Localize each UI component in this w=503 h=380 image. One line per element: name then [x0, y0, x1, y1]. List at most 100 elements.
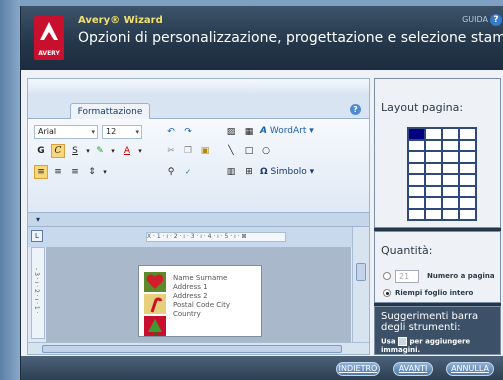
undo-icon[interactable]: ↶ [164, 125, 178, 139]
help-link[interactable]: GUIDA [462, 15, 488, 24]
horizontal-ruler[interactable]: X · 1 · ı · 2 · ı · 3 · ı · 4 · ı · 5 · … [146, 232, 286, 242]
layout-grid-cell[interactable] [408, 139, 425, 151]
desktop-strip-left [0, 0, 20, 380]
layout-grid-cell[interactable] [425, 151, 442, 163]
heart-icon [144, 272, 166, 292]
font-color-dropdown-icon[interactable]: ▾ [133, 144, 147, 158]
layout-grid-cell[interactable] [425, 162, 442, 174]
layout-grid-cell[interactable] [408, 197, 425, 209]
back-button[interactable]: INDIETRO [336, 362, 380, 376]
layout-title: Layout pagina: [381, 101, 464, 114]
layout-grid-cell[interactable] [425, 185, 442, 197]
layout-grid-cell[interactable] [459, 151, 476, 163]
layout-grid-cell[interactable] [459, 128, 476, 140]
redo-icon[interactable]: ↷ [181, 125, 195, 139]
layout-grid-cell[interactable] [459, 208, 476, 220]
layout-grid-cell[interactable] [459, 174, 476, 186]
layout-grid-cell[interactable] [408, 162, 425, 174]
tab-stop-selector[interactable]: L [31, 230, 43, 242]
layout-grid-cell[interactable] [408, 151, 425, 163]
font-family-select[interactable]: Arial ▾ [34, 125, 98, 139]
layout-grid[interactable] [407, 127, 477, 221]
layout-grid-cell[interactable] [442, 139, 459, 151]
cancel-button[interactable]: ANNULLA [446, 362, 494, 376]
copy-icon[interactable]: ❐ [181, 144, 195, 158]
tab-formattazione[interactable]: Formattazione [70, 103, 150, 120]
insert-picture-icon[interactable]: ▨ [224, 125, 238, 139]
ruler-row: L X · 1 · ı · 2 · ı · 3 · ı · 4 · ı · 5 … [28, 227, 369, 247]
line-spacing-icon[interactable]: ⇕ [85, 165, 99, 179]
layout-grid-cell[interactable] [408, 174, 425, 186]
layout-grid-cell[interactable] [442, 162, 459, 174]
horizontal-scrollbar[interactable] [28, 342, 369, 354]
tips-text: Usa per aggiungere immagini. [381, 337, 471, 354]
quantity-input[interactable]: 21 [395, 270, 419, 283]
simbolo-button[interactable]: Ω Simbolo ▾ [260, 167, 314, 177]
barcode-icon[interactable]: ▥ [224, 165, 238, 179]
page-title: Opzioni di personalizzazione, progettazi… [78, 30, 503, 46]
paste-icon[interactable]: ▣ [198, 144, 212, 158]
underline-button[interactable]: S [68, 144, 82, 158]
line-icon[interactable]: ╲ [224, 144, 238, 158]
align-right-icon[interactable]: ≡ [68, 165, 82, 179]
candy-cane-icon [144, 294, 166, 314]
layout-grid-cell[interactable] [408, 128, 425, 140]
find-icon[interactable]: ⚲ [164, 165, 178, 179]
layout-grid-cell[interactable] [442, 197, 459, 209]
highlight-dropdown-icon[interactable]: ▾ [106, 144, 120, 158]
ribbon-header [28, 79, 369, 93]
italic-button[interactable]: C [51, 144, 65, 158]
layout-grid-cell[interactable] [442, 208, 459, 220]
line-spacing-dropdown-icon[interactable]: ▾ [98, 165, 112, 179]
radio-fill-sheet[interactable] [383, 289, 391, 297]
align-center-icon[interactable]: ≡ [51, 165, 65, 179]
field-icon[interactable]: ⊞ [242, 165, 256, 179]
fill-sheet-label: Riempi foglio intero [395, 289, 474, 297]
next-button[interactable]: AVANTI [393, 362, 433, 376]
label-editor: Formattazione ? Arial ▾ 12 ▾ G C S ▾ ✎ ▾ A… [27, 78, 370, 355]
layout-grid-cell[interactable] [459, 162, 476, 174]
vertical-scroll-thumb[interactable] [356, 263, 366, 281]
layout-grid-cell[interactable] [442, 174, 459, 186]
layout-grid-cell[interactable] [425, 197, 442, 209]
quick-access-bar[interactable]: ▾ [28, 213, 369, 227]
layout-grid-cell[interactable] [442, 151, 459, 163]
font-size-select[interactable]: 12 ▾ [102, 125, 142, 139]
radio-number-per-page[interactable] [383, 272, 391, 280]
tree-icon [144, 316, 166, 336]
horizontal-scroll-thumb[interactable] [42, 345, 342, 353]
insert-image-icon[interactable]: ▦ [242, 125, 256, 139]
layout-grid-cell[interactable] [425, 208, 442, 220]
vertical-scrollbar[interactable] [352, 227, 369, 344]
toolbar-tips-box: Suggerimenti barra degli strumenti: Usa … [374, 306, 501, 355]
layout-grid-cell[interactable] [408, 185, 425, 197]
spellcheck-icon[interactable]: ✓ [181, 165, 195, 179]
label-preview[interactable]: Name Surname Address 1 Address 2 Postal … [138, 265, 262, 337]
layout-grid-cell[interactable] [442, 185, 459, 197]
document-area[interactable]: Name Surname Address 1 Address 2 Postal … [46, 247, 351, 344]
layout-grid-cell[interactable] [459, 197, 476, 209]
wizard-header: AVERY Avery® Wizard Opzioni di personali… [21, 6, 503, 70]
layout-grid-cell[interactable] [425, 174, 442, 186]
help-icon[interactable]: ? [490, 14, 502, 26]
align-left-icon[interactable]: ≡ [34, 165, 48, 179]
ribbon-help-icon[interactable]: ? [350, 104, 361, 115]
label-address-text: Name Surname Address 1 Address 2 Postal … [173, 274, 230, 318]
rectangle-icon[interactable]: □ [242, 144, 256, 158]
ribbon-tab-bar: Formattazione ? [28, 93, 369, 120]
cut-icon[interactable]: ✂ [164, 144, 178, 158]
font-color-icon[interactable]: A [120, 144, 134, 158]
layout-grid-cell[interactable] [459, 139, 476, 151]
wizard-window: AVERY Avery® Wizard Opzioni di personali… [20, 6, 503, 380]
layout-grid-cell[interactable] [459, 185, 476, 197]
wizard-footer: INDIETRO AVANTI ANNULLA [21, 356, 503, 380]
layout-grid-cell[interactable] [408, 208, 425, 220]
ellipse-icon[interactable]: ○ [259, 144, 273, 158]
layout-grid-cell[interactable] [425, 139, 442, 151]
layout-grid-cell[interactable] [425, 128, 442, 140]
number-per-page-label: Numero a pagina [427, 272, 495, 280]
highlight-color-icon[interactable]: ✎ [93, 144, 107, 158]
wordart-button[interactable]: A WordArt ▾ [260, 126, 314, 136]
bold-button[interactable]: G [34, 144, 48, 158]
layout-grid-cell[interactable] [442, 128, 459, 140]
